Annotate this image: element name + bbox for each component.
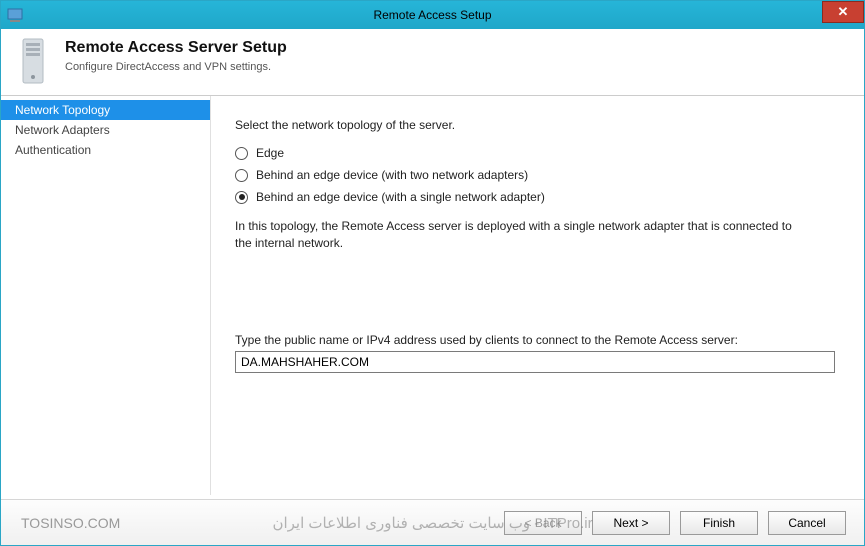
next-button-label: Next > (613, 516, 648, 530)
topology-description: In this topology, the Remote Access serv… (235, 218, 795, 253)
radio-label: Edge (256, 146, 284, 160)
radio-icon (235, 191, 248, 204)
radio-behind-two-adapters[interactable]: Behind an edge device (with two network … (235, 168, 836, 182)
sidebar-item-label: Authentication (15, 143, 91, 157)
radio-edge[interactable]: Edge (235, 146, 836, 160)
close-icon: ✕ (838, 4, 849, 20)
server-icon (15, 37, 51, 85)
sidebar-item-label: Network Topology (15, 103, 110, 117)
window-title: Remote Access Setup (373, 8, 491, 22)
back-button-label: < Back (524, 516, 561, 530)
radio-icon (235, 169, 248, 182)
radio-label: Behind an edge device (with two network … (256, 168, 528, 182)
radio-behind-single-adapter[interactable]: Behind an edge device (with a single net… (235, 190, 836, 204)
sidebar: Network Topology Network Adapters Authen… (1, 96, 211, 495)
public-name-input[interactable] (235, 351, 835, 373)
wizard-footer: TOSINSO.COM ITPro.ir - وب سایت تخصصی فنا… (1, 499, 864, 545)
next-button[interactable]: Next > (592, 511, 670, 535)
public-name-label: Type the public name or IPv4 address use… (235, 333, 836, 347)
sidebar-item-authentication[interactable]: Authentication (1, 140, 210, 160)
main-panel: Select the network topology of the serve… (211, 96, 864, 495)
page-title: Remote Access Server Setup (65, 39, 287, 57)
close-button[interactable]: ✕ (822, 1, 864, 23)
titlebar: Remote Access Setup ✕ (1, 1, 864, 29)
watermark-left: TOSINSO.COM (21, 515, 120, 531)
sidebar-item-network-adapters[interactable]: Network Adapters (1, 120, 210, 140)
finish-button[interactable]: Finish (680, 511, 758, 535)
page-subtitle: Configure DirectAccess and VPN settings. (65, 61, 287, 73)
wizard-header: Remote Access Server Setup Configure Dir… (1, 29, 864, 96)
wizard-window: Remote Access Setup ✕ Remote Access Serv… (0, 0, 865, 546)
radio-icon (235, 147, 248, 160)
topology-instruction: Select the network topology of the serve… (235, 118, 836, 132)
cancel-button-label: Cancel (788, 516, 825, 530)
wizard-body: Network Topology Network Adapters Authen… (1, 96, 864, 495)
sidebar-item-label: Network Adapters (15, 123, 110, 137)
app-icon (7, 7, 23, 23)
cancel-button[interactable]: Cancel (768, 511, 846, 535)
radio-label: Behind an edge device (with a single net… (256, 190, 545, 204)
finish-button-label: Finish (703, 516, 735, 530)
header-text: Remote Access Server Setup Configure Dir… (65, 37, 287, 73)
sidebar-item-network-topology[interactable]: Network Topology (1, 100, 210, 120)
back-button[interactable]: < Back (504, 511, 582, 535)
